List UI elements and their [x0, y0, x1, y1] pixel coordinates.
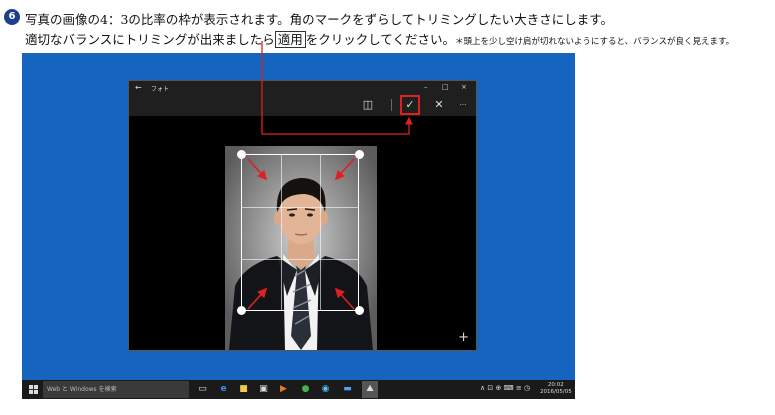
apply-label-boxed: 適用 [274, 31, 306, 48]
desktop: ← フォト – □ × ◫ ✓ ✕ ··· + Web と Windows を検… [22, 53, 575, 399]
close-button[interactable]: × [461, 83, 467, 91]
instruction-text: 適切なバランスにトリミングが出来ましたら [25, 32, 275, 47]
photos-app-icon[interactable]: ⛰ [362, 381, 378, 398]
instruction-note: ＊頭上を少し空け肩が切れないようにすると、バランスが良く見えます。 [455, 37, 735, 47]
more-options-icon[interactable]: ··· [456, 98, 470, 112]
back-icon[interactable]: ← [135, 83, 142, 92]
instruction-text-after: をクリックしてください。 [305, 32, 456, 47]
crop-gridline [320, 155, 321, 310]
crop-gridline [281, 155, 282, 310]
toolbar-divider [391, 99, 392, 111]
media-icon[interactable]: ▶ [278, 384, 289, 395]
clock-date: 2016/05/05 [540, 389, 572, 395]
globe-app-icon[interactable]: ● [300, 384, 311, 395]
portrait-photo [225, 146, 377, 350]
maximize-button[interactable]: □ [442, 83, 449, 91]
crop-gridline [242, 259, 358, 260]
app-icon[interactable]: ◉ [320, 384, 331, 395]
file-explorer-icon[interactable]: ■ [238, 384, 249, 395]
add-icon[interactable]: + [458, 330, 469, 345]
instruction-line-1: 写真の画像の4：3の比率の枠が表示されます。角のマークをずらしてトリミングしたい… [25, 12, 614, 27]
crop-gridline [242, 207, 358, 208]
mail-icon[interactable]: ▬ [342, 384, 353, 395]
instruction-line-2: 適切なバランスにトリミングが出来ましたら 適用 をクリックしてください。＊頭上を少し… [25, 29, 734, 48]
minimize-button[interactable]: – [424, 83, 428, 91]
windows-start-icon[interactable] [29, 385, 38, 394]
edge-browser-icon[interactable]: e [218, 384, 229, 395]
taskbar-clock[interactable]: 20:02 2016/05/05 [540, 382, 572, 396]
step-number-badge: 6 [4, 9, 20, 25]
crop-handle-top-right[interactable] [355, 150, 364, 159]
title-bar: ← フォト – □ × [129, 81, 476, 94]
system-tray[interactable]: ∧ ⊡ ⊕ ⌨ ≡ ◷ [480, 384, 530, 392]
crop-frame[interactable] [241, 154, 359, 311]
cancel-icon[interactable]: ✕ [432, 98, 446, 112]
crop-handle-bottom-left[interactable] [237, 306, 246, 315]
photos-app-window: ← フォト – □ × ◫ ✓ ✕ ··· + [128, 80, 477, 351]
aspect-ratio-icon[interactable]: ◫ [361, 98, 375, 112]
image-canvas: + [129, 116, 476, 350]
clock-time: 20:02 [547, 382, 564, 388]
window-title: フォト [151, 86, 170, 93]
taskbar-search-input[interactable]: Web と Windows を検索 [43, 381, 189, 398]
store-icon[interactable]: ▣ [258, 384, 269, 395]
task-view-icon[interactable]: ▭ [197, 384, 208, 395]
apply-highlight-box [400, 95, 420, 115]
taskbar: Web と Windows を検索 ▭ e ■ ▣ ▶ ● ◉ ▬ ⛰ ∧ ⊡ … [22, 380, 575, 399]
command-bar: ◫ ✓ ✕ ··· [129, 94, 476, 116]
crop-handle-bottom-right[interactable] [355, 306, 364, 315]
crop-handle-top-left[interactable] [237, 150, 246, 159]
